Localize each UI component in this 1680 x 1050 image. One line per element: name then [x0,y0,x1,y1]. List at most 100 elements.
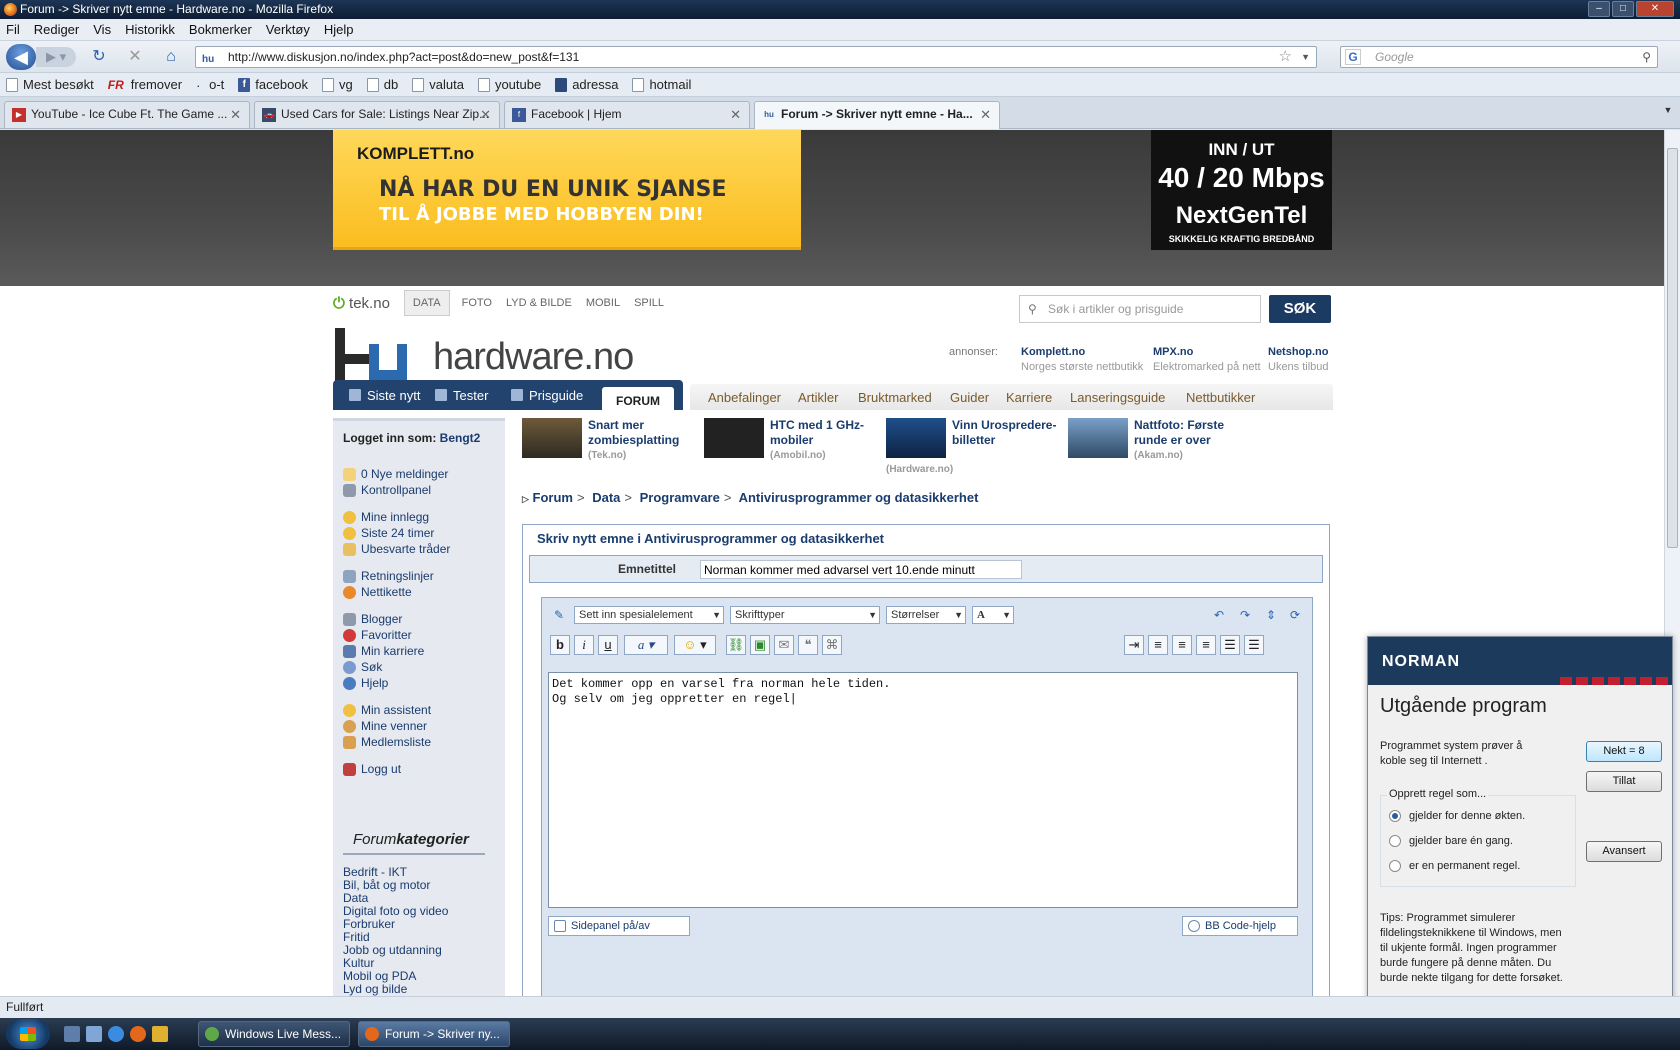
taskbar-windows-live-messenger[interactable]: Windows Live Mess... [198,1021,350,1047]
nav-prisguide[interactable]: Prisguide [511,388,583,403]
bookmark-youtube[interactable]: youtube [477,77,541,92]
category-link[interactable]: Kultur [343,956,374,970]
font-color-select[interactable]: A ▼ [972,606,1014,624]
close-window-button[interactable]: ✕ [1636,1,1674,17]
sidepanel-toggle-button[interactable]: Sidepanel på/av [548,916,690,936]
link-mine-venner[interactable]: Mine venner [343,719,427,733]
menu-verktoy[interactable]: Verktøy [266,22,310,37]
link-nye-meldinger[interactable]: 0 Nye meldinger [343,467,448,481]
breadcrumb-forum[interactable]: Forum [533,490,573,505]
switch-windows-icon[interactable] [86,1026,102,1042]
teaser-vinn[interactable]: Vinn Urospredere-billetter (Hardware.no) [886,418,1062,475]
komplett-ad[interactable]: KOMPLETT.no NÅ HAR DU EN UNIK SJANSE TIL… [333,130,801,250]
tab-forum[interactable]: hu Forum -> Skriver nytt emne - Ha... ✕ [754,101,1000,129]
reload-icon[interactable]: ↻ [90,48,108,66]
link-min-assistent[interactable]: Min assistent [343,703,431,717]
link-logg-ut[interactable]: Logg ut [343,762,401,776]
url-dropdown-icon[interactable]: ▼ [1301,47,1310,67]
menu-hjelp[interactable]: Hjelp [324,22,354,37]
teaser-htc[interactable]: HTC med 1 GHz-mobiler (Amobil.no) [704,418,880,474]
bookmark-star-icon[interactable]: ☆ [1279,47,1292,67]
insert-image-button[interactable]: ▣ [750,635,770,655]
subject-input[interactable] [700,560,1022,579]
tek-nav-lyd-bilde[interactable]: LYD & BILDE [506,297,572,309]
nextgentel-ad[interactable]: INN / UT 40 / 20 Mbps NextGenTel SKIKKEL… [1151,130,1332,250]
resize-icon[interactable]: ⇕ [1262,606,1280,624]
search-icon[interactable]: ⚲ [1642,47,1651,67]
bookmark-o-t[interactable]: · o-t [196,77,224,93]
back-button[interactable]: ◀ [6,44,36,70]
radio-button[interactable] [1389,835,1401,847]
align-left-button[interactable]: ≡ [1148,635,1168,655]
special-element-select[interactable]: Sett inn spesialelement ▼ [574,606,724,624]
menu-rediger[interactable]: Rediger [34,22,80,37]
tek-logo[interactable]: ⏻ tek.no [333,295,390,312]
site-search-input[interactable]: ⚲ Søk i artikler og prisguide [1019,295,1261,323]
nav-siste-nytt[interactable]: Siste nytt [349,388,420,403]
stop-icon[interactable]: ✕ [126,48,144,66]
text-effects-button[interactable]: a ▾ [624,635,668,655]
link-nettikette[interactable]: Nettikette [343,585,412,599]
teaser-nattfoto[interactable]: Nattfoto: Første runde er over (Akam.no) [1068,418,1244,474]
nav-tester[interactable]: Tester [435,388,488,403]
link-retningslinjer[interactable]: Retningslinjer [343,569,434,583]
radio-permanent[interactable]: er en permanent regel. [1389,860,1520,872]
tek-nav-mobil[interactable]: MOBIL [586,297,620,309]
maximize-button[interactable]: □ [1612,1,1634,17]
tab-close-icon[interactable]: ✕ [230,102,241,127]
bookmark-hotmail[interactable]: hotmail [632,77,691,92]
bookmark-mest-besokt[interactable]: Mest besøkt [6,77,94,92]
tek-nav-foto[interactable]: FOTO [462,297,492,309]
link-mine-innlegg[interactable]: Mine innlegg [343,510,429,524]
emoticon-button[interactable]: ☺ ▾ [674,635,716,655]
category-link[interactable]: Data [343,891,368,905]
nav-anbefalinger[interactable]: Anbefalinger [708,390,781,405]
forward-button[interactable]: ▶ ▾ [36,47,76,67]
bullet-list-button[interactable]: ☰ [1244,635,1264,655]
insert-email-button[interactable]: ✉ [774,635,794,655]
link-medlemsliste[interactable]: Medlemsliste [343,735,431,749]
tab-youtube[interactable]: ▶ YouTube - Ice Cube Ft. The Game ... ✕ [4,101,250,128]
link-ubesvarte-trader[interactable]: Ubesvarte tråder [343,542,450,556]
bold-button[interactable]: b [550,635,570,655]
category-link[interactable]: Digital foto og video [343,904,448,918]
shop-netshop[interactable]: Netshop.no Ukens tilbud [1268,346,1329,373]
nav-karriere[interactable]: Karriere [1006,390,1052,405]
tek-nav-data[interactable]: DATA [403,290,450,316]
shop-mpx[interactable]: MPX.no Elektromarked på nett [1153,346,1261,373]
category-link[interactable]: Bil, båt og motor [343,878,430,892]
link-blogger[interactable]: Blogger [343,612,402,626]
teaser-zombie[interactable]: Snart mer zombiesplatting (Tek.no) [522,418,698,474]
nav-bruktmarked[interactable]: Bruktmarked [858,390,932,405]
shop-komplett[interactable]: Komplett.no Norges største nettbutikk [1021,346,1143,373]
link-sok[interactable]: Søk [343,660,382,674]
bookmark-fremover[interactable]: FR fremover [108,77,182,92]
post-body-textarea[interactable]: Det kommer opp en varsel fra norman hele… [548,672,1298,908]
align-center-button[interactable]: ≡ [1172,635,1192,655]
tab-list-dropdown[interactable]: ▼ [1660,105,1676,123]
bookmark-db[interactable]: db [366,77,398,92]
radio-button[interactable] [1389,810,1401,822]
italic-button[interactable]: i [574,635,594,655]
insert-link-button[interactable]: ⛓ [726,635,746,655]
breadcrumb-antivirus[interactable]: Antivirusprogrammer og datasikkerhet [739,490,979,505]
nav-nettbutikker[interactable]: Nettbutikker [1186,390,1255,405]
insert-quote-button[interactable]: ❝ [798,635,818,655]
numbered-list-button[interactable]: ☰ [1220,635,1240,655]
google-icon[interactable]: G [1345,49,1361,65]
link-min-karriere[interactable]: Min karriere [343,644,424,658]
show-desktop-icon[interactable] [64,1026,80,1042]
allow-button[interactable]: Tillat [1586,771,1662,792]
bbcode-help-button[interactable]: BB Code-hjelp [1182,916,1298,936]
tab-used-cars[interactable]: 🚗 Used Cars for Sale: Listings Near Zip.… [254,101,500,128]
category-link[interactable]: Lyd og bilde [343,982,407,996]
font-select[interactable]: Skrifttyper ▼ [730,606,880,624]
bookmark-valuta[interactable]: valuta [412,77,464,92]
tab-close-icon[interactable]: ✕ [480,102,491,127]
bookmark-vg[interactable]: vg [322,77,353,92]
category-link[interactable]: Jobb og utdanning [343,943,442,957]
underline-button[interactable]: u [598,635,618,655]
tab-close-icon[interactable]: ✕ [980,102,991,127]
menu-fil[interactable]: Fil [6,22,20,37]
tek-nav-spill[interactable]: SPILL [634,297,664,309]
